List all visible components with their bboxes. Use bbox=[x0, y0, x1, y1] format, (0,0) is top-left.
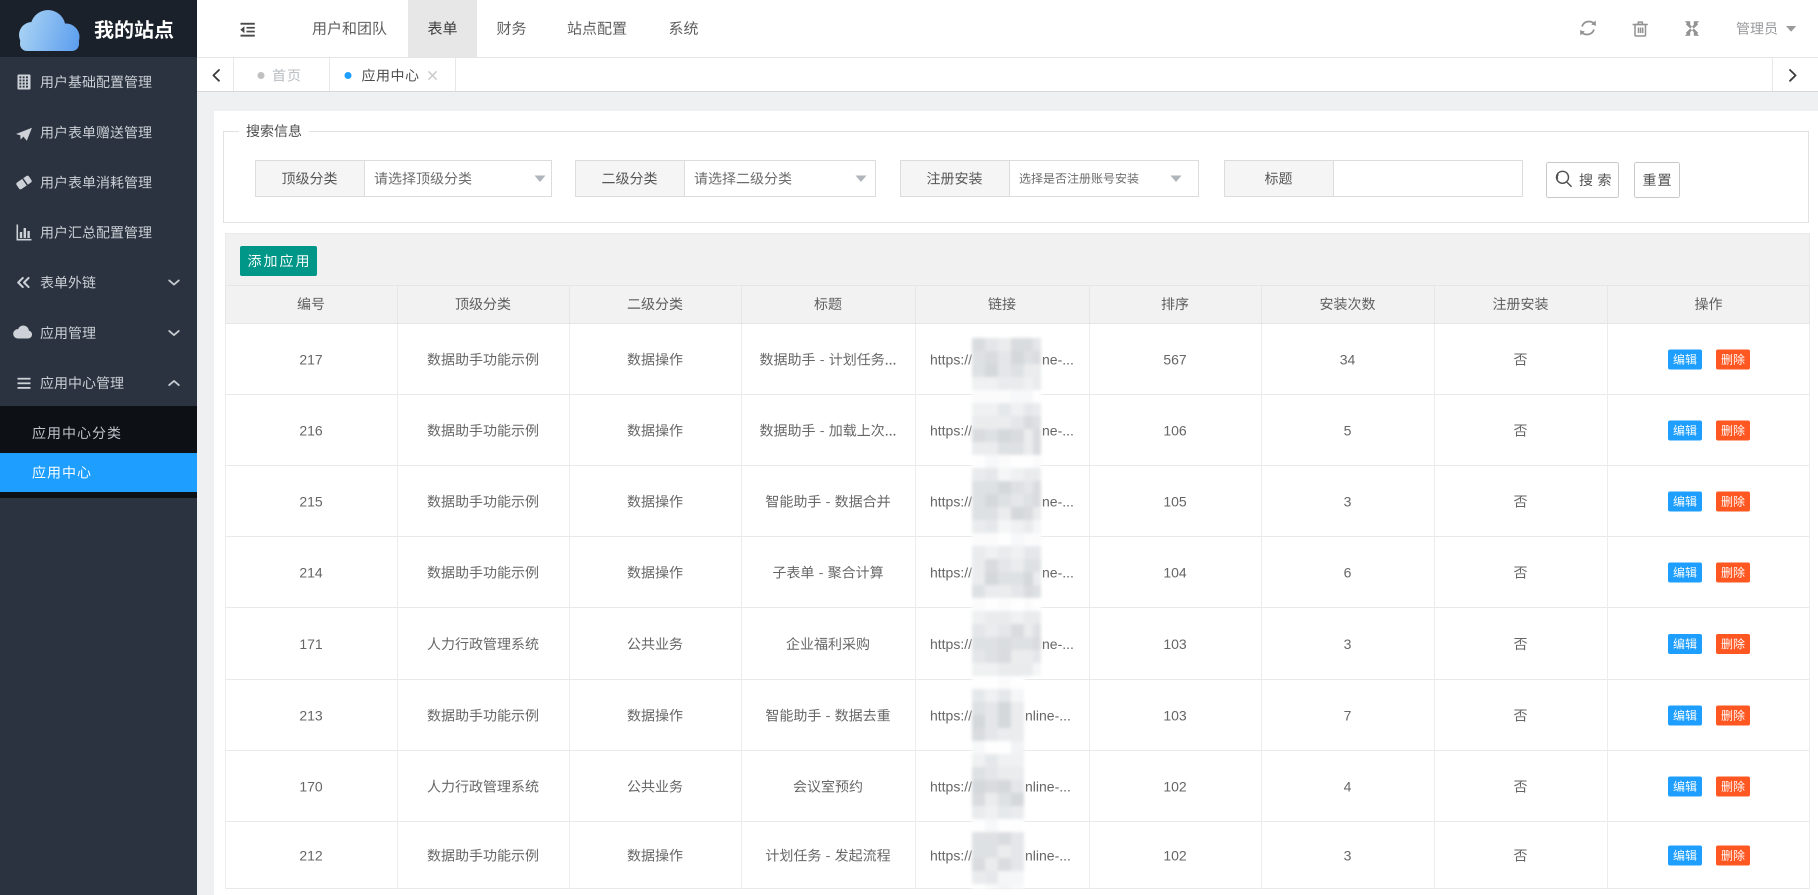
svg-text:ne-...: ne-... bbox=[1042, 422, 1074, 438]
svg-text:ne-...: ne-... bbox=[1042, 493, 1074, 509]
svg-text:7: 7 bbox=[1344, 707, 1352, 723]
svg-text:5: 5 bbox=[1344, 422, 1352, 438]
svg-text:215: 215 bbox=[299, 493, 323, 509]
svg-text:https://: https:// bbox=[930, 707, 972, 723]
svg-text:6: 6 bbox=[1344, 564, 1352, 580]
svg-text:https://: https:// bbox=[930, 847, 972, 863]
svg-text:https://: https:// bbox=[930, 351, 972, 367]
svg-text:https://: https:// bbox=[930, 778, 972, 794]
svg-text:3: 3 bbox=[1344, 493, 1352, 509]
svg-text:3: 3 bbox=[1344, 847, 1352, 863]
svg-text:212: 212 bbox=[299, 847, 323, 863]
svg-text:104: 104 bbox=[1163, 564, 1187, 580]
svg-text:102: 102 bbox=[1163, 847, 1187, 863]
svg-text:102: 102 bbox=[1163, 778, 1187, 794]
svg-text:nline-...: nline-... bbox=[1025, 707, 1071, 723]
svg-text:34: 34 bbox=[1340, 351, 1356, 367]
svg-text:106: 106 bbox=[1163, 422, 1187, 438]
svg-text:ne-...: ne-... bbox=[1042, 636, 1074, 652]
svg-text:171: 171 bbox=[299, 636, 323, 652]
svg-text:214: 214 bbox=[299, 564, 323, 580]
svg-text:103: 103 bbox=[1163, 636, 1187, 652]
svg-text:ne-...: ne-... bbox=[1042, 564, 1074, 580]
svg-text:nline-...: nline-... bbox=[1025, 847, 1071, 863]
svg-text:3: 3 bbox=[1344, 636, 1352, 652]
svg-text:103: 103 bbox=[1163, 707, 1187, 723]
svg-text:https://: https:// bbox=[930, 422, 972, 438]
svg-text:https://: https:// bbox=[930, 564, 972, 580]
svg-text:https://: https:// bbox=[930, 636, 972, 652]
svg-text:217: 217 bbox=[299, 351, 323, 367]
svg-text:216: 216 bbox=[299, 422, 323, 438]
svg-text:105: 105 bbox=[1163, 493, 1187, 509]
svg-text:nline-...: nline-... bbox=[1025, 778, 1071, 794]
svg-text:4: 4 bbox=[1344, 778, 1352, 794]
svg-text:170: 170 bbox=[299, 778, 323, 794]
svg-text:https://: https:// bbox=[930, 493, 972, 509]
svg-text:567: 567 bbox=[1163, 351, 1187, 367]
svg-text:ne-...: ne-... bbox=[1042, 351, 1074, 367]
svg-text:213: 213 bbox=[299, 707, 323, 723]
